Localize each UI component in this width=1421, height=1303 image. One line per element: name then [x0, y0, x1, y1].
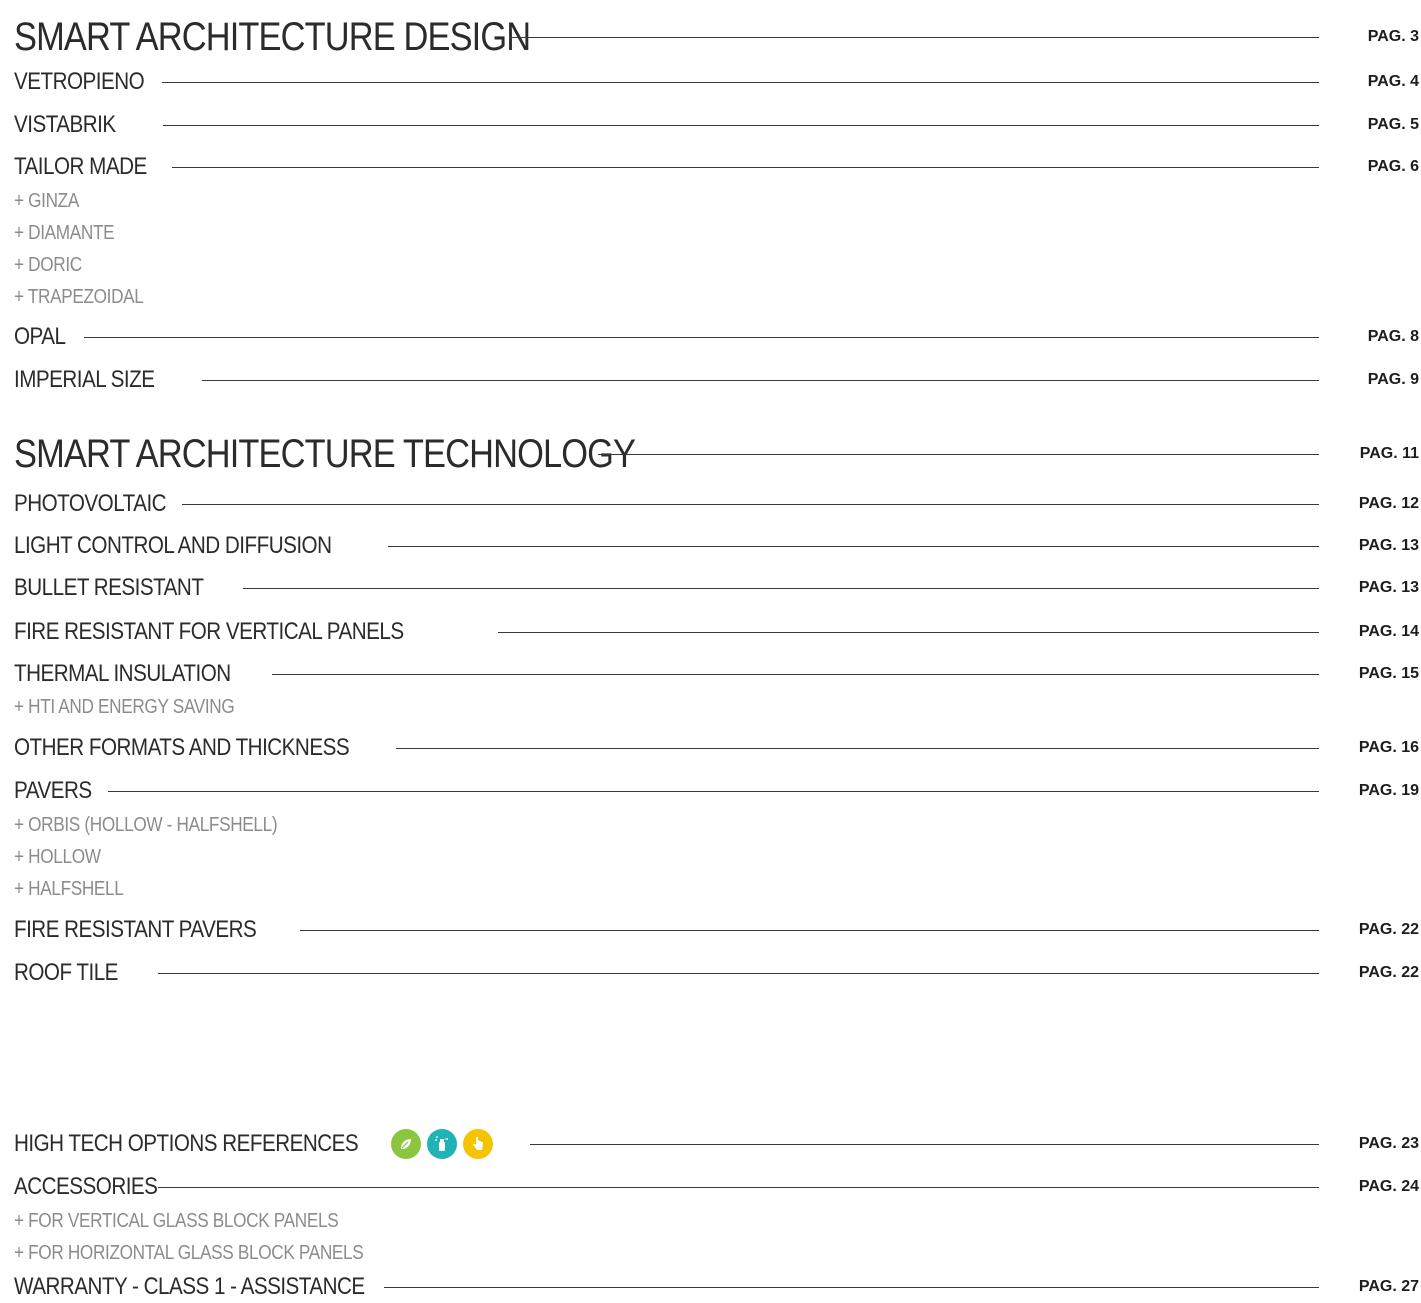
- toc-subentry[interactable]: + FOR HORIZONTAL GLASS BLOCK PANELS: [14, 1237, 364, 1269]
- table-of-contents: SMART ARCHITECTURE DESIGN PAG. 3 VETROPI…: [0, 0, 1421, 1303]
- toc-entry-title: BULLET RESISTANT: [14, 574, 204, 601]
- toc-page-number: PAG. 16: [1358, 739, 1419, 756]
- toc-entry-title: IMPERIAL SIZE: [14, 366, 155, 393]
- toc-entry[interactable]: BULLET RESISTANT PAG. 13: [14, 568, 1419, 608]
- toc-page-number: PAG. 19: [1358, 782, 1419, 799]
- toc-section-heading[interactable]: SMART ARCHITECTURE TECHNOLOGY PAG. 11: [14, 432, 1419, 476]
- toc-page-number: PAG. 14: [1358, 623, 1419, 640]
- leaf-icon: [391, 1129, 421, 1159]
- leader-line: [172, 167, 1319, 168]
- leader-line: [498, 632, 1319, 633]
- toc-subentry[interactable]: + HTI AND ENERGY SAVING: [14, 691, 235, 723]
- toc-entry-title: VETROPIENO: [14, 68, 145, 95]
- toc-entry-title: FIRE RESISTANT PAVERS: [14, 916, 257, 943]
- hand-touch-icon: [463, 1129, 493, 1159]
- toc-page-number: PAG. 27: [1358, 1277, 1419, 1295]
- toc-entry[interactable]: HIGH TECH OPTIONS REFERENCES PAG. 23: [14, 1124, 1419, 1164]
- toc-subentry[interactable]: + GINZA: [14, 185, 79, 217]
- leader-line: [243, 588, 1319, 589]
- toc-page-number: PAG. 5: [1367, 116, 1419, 133]
- toc-entry[interactable]: FIRE RESISTANT FOR VERTICAL PANELS PAG. …: [14, 612, 1419, 652]
- toc-page-number: PAG. 9: [1367, 371, 1419, 388]
- high-tech-icons: [391, 1129, 493, 1159]
- toc-entry[interactable]: TAILOR MADE PAG. 6: [14, 147, 1419, 187]
- toc-entry-title: WARRANTY - CLASS 1 - ASSISTANCE: [14, 1272, 365, 1300]
- toc-page-number: PAG. 8: [1367, 328, 1419, 345]
- leader-line: [158, 1187, 1319, 1188]
- toc-entry[interactable]: WARRANTY - CLASS 1 - ASSISTANCE PAG. 27: [14, 1270, 1419, 1303]
- toc-entry[interactable]: ROOF TILE PAG. 22: [14, 953, 1419, 993]
- toc-page-number: PAG. 11: [1359, 445, 1419, 462]
- toc-entry[interactable]: THERMAL INSULATION PAG. 15: [14, 654, 1419, 694]
- toc-subentry[interactable]: + DIAMANTE: [14, 217, 115, 249]
- leader-line: [396, 748, 1319, 749]
- toc-section-heading[interactable]: SMART ARCHITECTURE DESIGN PAG. 3: [14, 15, 1419, 59]
- leader-line: [300, 930, 1319, 931]
- leader-line: [84, 337, 1319, 338]
- toc-subentry[interactable]: + FOR VERTICAL GLASS BLOCK PANELS: [14, 1205, 339, 1237]
- toc-entry-title: OPAL: [14, 323, 66, 350]
- toc-entry-title: ROOF TILE: [14, 959, 118, 986]
- toc-entry-title: LIGHT CONTROL AND DIFFUSION: [14, 532, 332, 559]
- toc-entry-title: PAVERS: [14, 777, 92, 804]
- leader-line: [162, 82, 1319, 83]
- toc-entry[interactable]: VETROPIENO PAG. 4: [14, 62, 1419, 102]
- leader-line: [598, 454, 1319, 455]
- toc-page-number: PAG. 13: [1358, 537, 1419, 554]
- toc-entry[interactable]: ACCESSORIES PAG. 24: [14, 1167, 1419, 1207]
- leader-line: [272, 674, 1319, 675]
- toc-page-number: PAG. 15: [1358, 665, 1419, 682]
- toc-entry-title: ACCESSORIES: [14, 1173, 158, 1200]
- toc-entry[interactable]: FIRE RESISTANT PAVERS PAG. 22: [14, 910, 1419, 950]
- leader-line: [384, 1286, 1319, 1288]
- toc-page-number: PAG. 23: [1358, 1135, 1419, 1152]
- leader-line: [163, 125, 1319, 126]
- toc-page-number: PAG. 6: [1367, 158, 1419, 175]
- toc-page-number: PAG. 13: [1358, 579, 1419, 596]
- leader-line: [388, 546, 1319, 547]
- toc-entry-title: TAILOR MADE: [14, 153, 147, 180]
- toc-page-number: PAG. 3: [1367, 28, 1419, 45]
- toc-entry[interactable]: OPAL PAG. 8: [14, 317, 1419, 357]
- toc-subentry[interactable]: + DORIC: [14, 249, 82, 281]
- leader-line: [108, 791, 1319, 792]
- toc-entry-title: FIRE RESISTANT FOR VERTICAL PANELS: [14, 618, 404, 645]
- toc-entry[interactable]: LIGHT CONTROL AND DIFFUSION PAG. 13: [14, 526, 1419, 566]
- toc-entry-title: HIGH TECH OPTIONS REFERENCES: [14, 1130, 359, 1157]
- leader-line: [530, 1144, 1319, 1145]
- toc-entry[interactable]: OTHER FORMATS AND THICKNESS PAG. 16: [14, 728, 1419, 768]
- toc-entry[interactable]: VISTABRIK PAG. 5: [14, 105, 1419, 145]
- toc-entry-title: VISTABRIK: [14, 111, 116, 138]
- toc-page-number: PAG. 22: [1358, 964, 1419, 981]
- toc-subentry[interactable]: + HOLLOW: [14, 841, 101, 873]
- toc-page-number: PAG. 4: [1367, 73, 1419, 90]
- leader-line: [202, 380, 1319, 381]
- toc-entry-title: THERMAL INSULATION: [14, 660, 231, 687]
- toc-entry-title: OTHER FORMATS AND THICKNESS: [14, 734, 350, 761]
- toc-page-number: PAG. 12: [1358, 495, 1419, 512]
- leader-line: [158, 973, 1319, 974]
- toc-entry[interactable]: PHOTOVOLTAIC PAG. 12: [14, 484, 1419, 524]
- toc-page-number: PAG. 22: [1358, 921, 1419, 938]
- leader-line: [509, 37, 1319, 38]
- leader-line: [182, 504, 1319, 505]
- toc-subentry[interactable]: + HALFSHELL: [14, 873, 124, 905]
- toc-page-number: PAG. 24: [1358, 1178, 1419, 1195]
- toc-subentry[interactable]: + TRAPEZOIDAL: [14, 281, 144, 313]
- toc-section-title: SMART ARCHITECTURE DESIGN: [14, 14, 531, 59]
- toc-section-title: SMART ARCHITECTURE TECHNOLOGY: [14, 431, 636, 476]
- toc-subentry[interactable]: + ORBIS (HOLLOW - HALFSHELL): [14, 809, 278, 841]
- toc-entry[interactable]: PAVERS PAG. 19: [14, 771, 1419, 811]
- toc-entry-title: PHOTOVOLTAIC: [14, 490, 167, 517]
- spray-bottle-icon: [427, 1129, 457, 1159]
- toc-entry[interactable]: IMPERIAL SIZE PAG. 9: [14, 360, 1419, 400]
